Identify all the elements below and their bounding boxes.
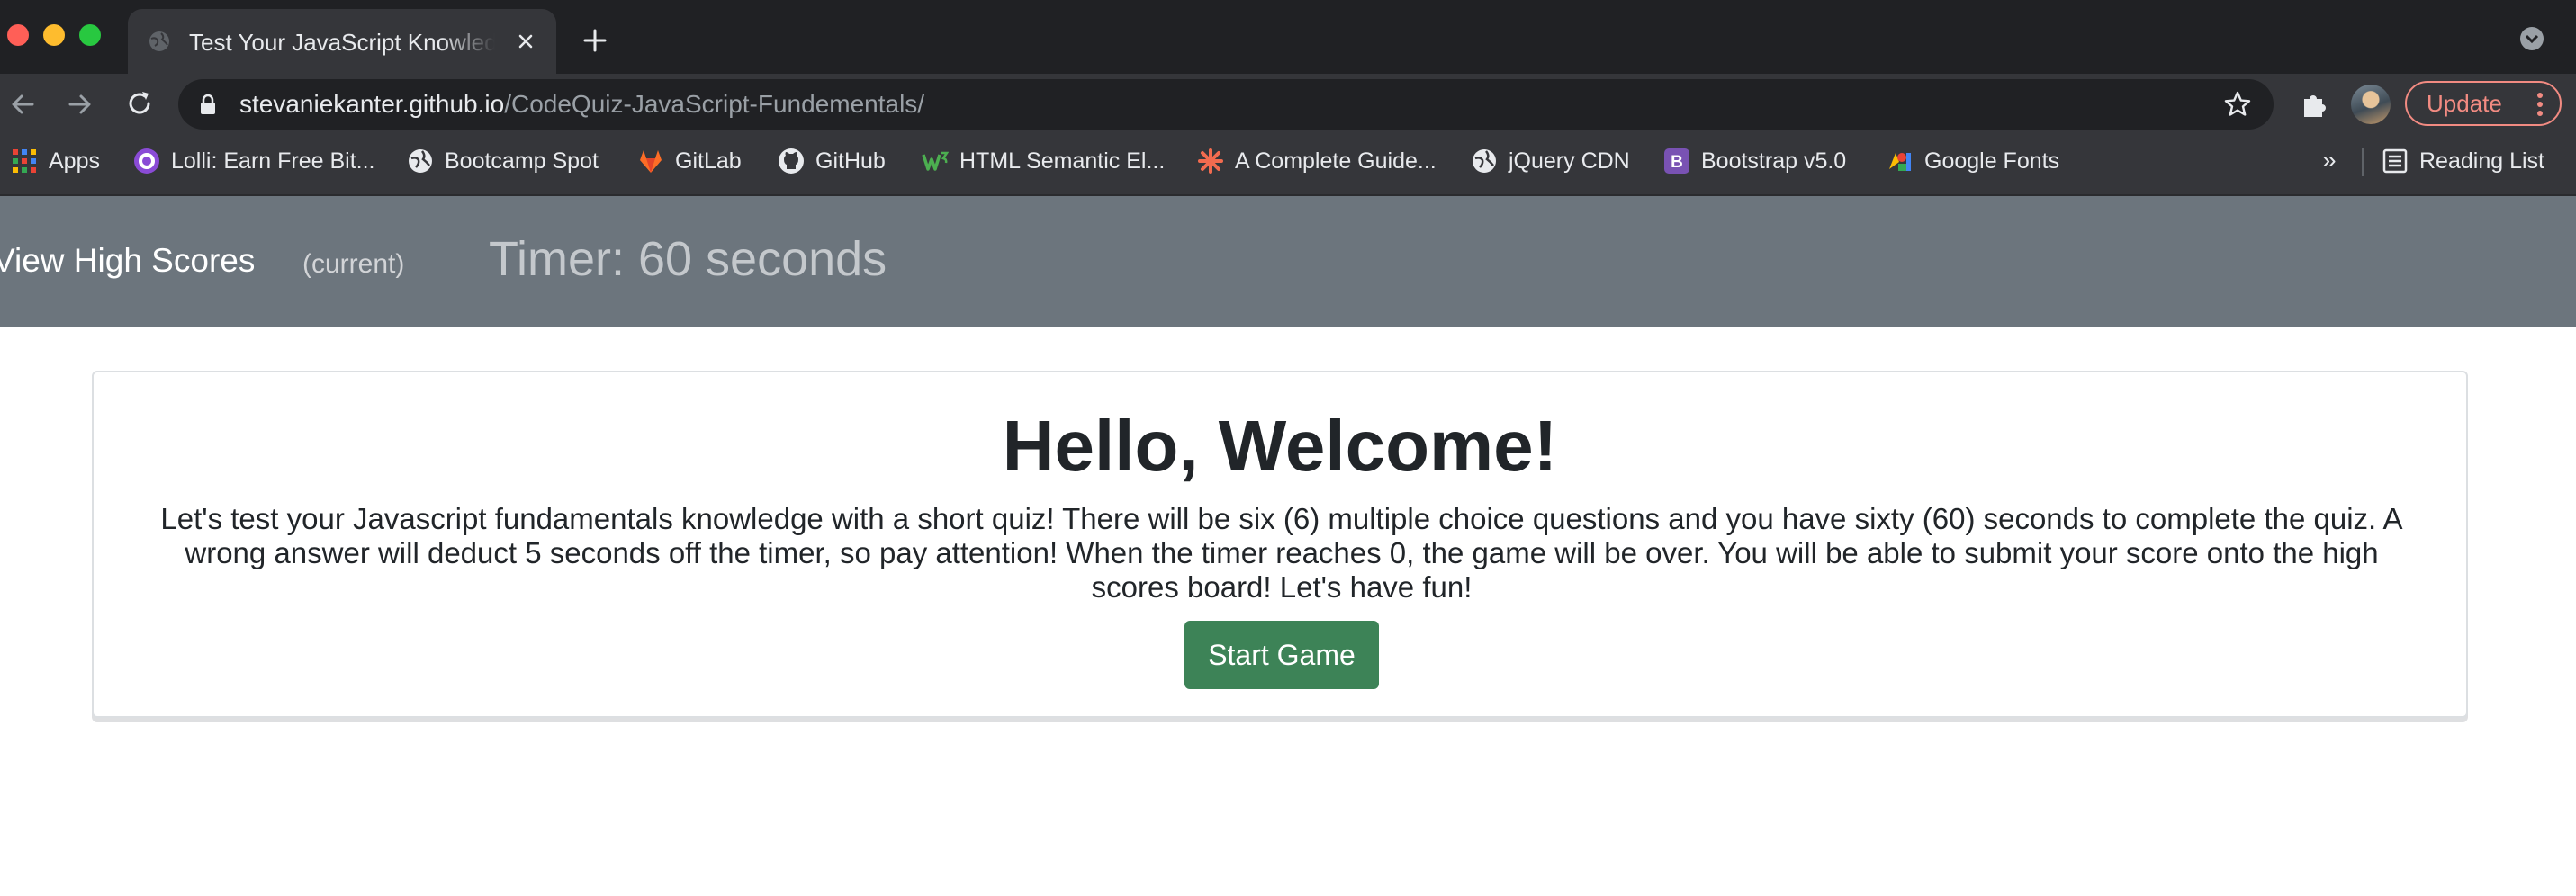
browser-toolbar: stevaniekanter.github.io/CodeQuiz-JavaSc… (0, 74, 2576, 135)
reading-list-button[interactable]: Reading List (2382, 135, 2544, 187)
reload-icon[interactable] (124, 89, 155, 120)
browser-tab[interactable]: Test Your JavaScript Knowledge (128, 9, 556, 74)
current-indicator: (current) (302, 249, 405, 279)
view-high-scores-link[interactable]: View High Scores (0, 241, 255, 281)
back-icon[interactable] (7, 89, 38, 120)
w3-icon (922, 151, 949, 171)
url-path: /CodeQuiz-JavaScript-Fundementals/ (504, 90, 925, 118)
bookmark-bootstrap[interactable]: B Bootstrap v5.0 (1663, 135, 1846, 187)
google-fonts-icon (1889, 153, 1911, 171)
browser-tab-strip: Test Your JavaScript Knowledge (0, 0, 2576, 74)
lock-icon (201, 94, 215, 114)
tab-search-icon[interactable] (2520, 27, 2544, 50)
url-text[interactable]: stevaniekanter.github.io/CodeQuiz-JavaSc… (239, 88, 924, 121)
quiz-instructions: Let's test your Javascript fundamentals … (160, 502, 2403, 604)
bookmark-label: Lolli: Earn Free Bit... (171, 148, 375, 174)
bookmark-apps[interactable]: Apps (11, 135, 100, 187)
bookmark-label: jQuery CDN (1509, 148, 1630, 174)
zoom-window-button[interactable] (79, 24, 101, 46)
bookmark-label: GitHub (815, 148, 886, 174)
bookmark-jquery-cdn[interactable]: jQuery CDN (1471, 135, 1630, 187)
bookmarks-bar: Apps Lolli: Earn Free Bit... Bootcamp Sp… (0, 135, 2576, 196)
bookmarks-separator (2362, 148, 2364, 176)
bookmark-bootcamp-spot[interactable]: Bootcamp Spot (407, 135, 599, 187)
bookmark-label: Google Fonts (1924, 148, 2060, 174)
bookmark-html-semantic[interactable]: HTML Semantic El... (922, 135, 1165, 187)
gitlab-icon (640, 150, 662, 173)
welcome-heading: Hello, Welcome! (1002, 406, 1558, 486)
bootstrap-icon: B (1664, 148, 1689, 174)
tab-title: Test Your JavaScript Knowledge (189, 29, 495, 56)
welcome-card: Hello, Welcome! Let's test your Javascri… (92, 371, 2468, 718)
more-vert-icon (2537, 93, 2543, 116)
svg-text:B: B (1671, 153, 1683, 172)
globe-icon (1473, 149, 1496, 173)
bookmark-label: Apps (49, 148, 100, 174)
bookmark-label: Bootcamp Spot (445, 148, 599, 174)
extensions-puzzle-icon[interactable] (2299, 88, 2331, 121)
bookmark-label: A Complete Guide... (1235, 148, 1437, 174)
apps-grid-icon (13, 149, 36, 173)
new-tab-icon[interactable] (581, 27, 608, 54)
timer-display: Timer: 60 seconds (489, 232, 887, 286)
bookmark-star-icon[interactable] (2223, 90, 2252, 119)
address-bar[interactable]: stevaniekanter.github.io/CodeQuiz-JavaSc… (178, 79, 2274, 130)
bookmark-label: GitLab (675, 148, 742, 174)
github-icon (779, 148, 804, 174)
close-tab-icon[interactable] (513, 29, 538, 54)
url-host: stevaniekanter.github.io (239, 90, 505, 118)
reading-list-label: Reading List (2419, 148, 2544, 174)
bookmark-complete-guide[interactable]: A Complete Guide... (1197, 135, 1437, 187)
bookmark-label: Bootstrap v5.0 (1701, 148, 1847, 174)
globe-icon (409, 149, 432, 173)
close-window-button[interactable] (7, 24, 29, 46)
bookmark-lolli[interactable]: Lolli: Earn Free Bit... (133, 135, 374, 187)
reading-list-icon (2382, 148, 2408, 174)
update-button[interactable]: Update (2405, 81, 2562, 126)
more-bookmarks-button[interactable]: » (2322, 146, 2337, 175)
profile-avatar[interactable] (2351, 85, 2391, 124)
minimize-window-button[interactable] (43, 24, 65, 46)
update-label: Update (2427, 90, 2502, 117)
bookmark-google-fonts[interactable]: Google Fonts (1887, 135, 2059, 187)
bookmark-github[interactable]: GitHub (778, 135, 886, 187)
forward-icon[interactable] (65, 89, 95, 120)
globe-icon (149, 31, 169, 51)
bookmark-gitlab[interactable]: GitLab (637, 135, 742, 187)
bookmark-label: HTML Semantic El... (959, 148, 1166, 174)
start-game-button[interactable]: Start Game (1184, 621, 1379, 689)
css-tricks-icon (1198, 148, 1223, 174)
quiz-navbar: View High Scores (current) Timer: 60 sec… (0, 196, 2576, 327)
lolli-icon (134, 148, 159, 174)
